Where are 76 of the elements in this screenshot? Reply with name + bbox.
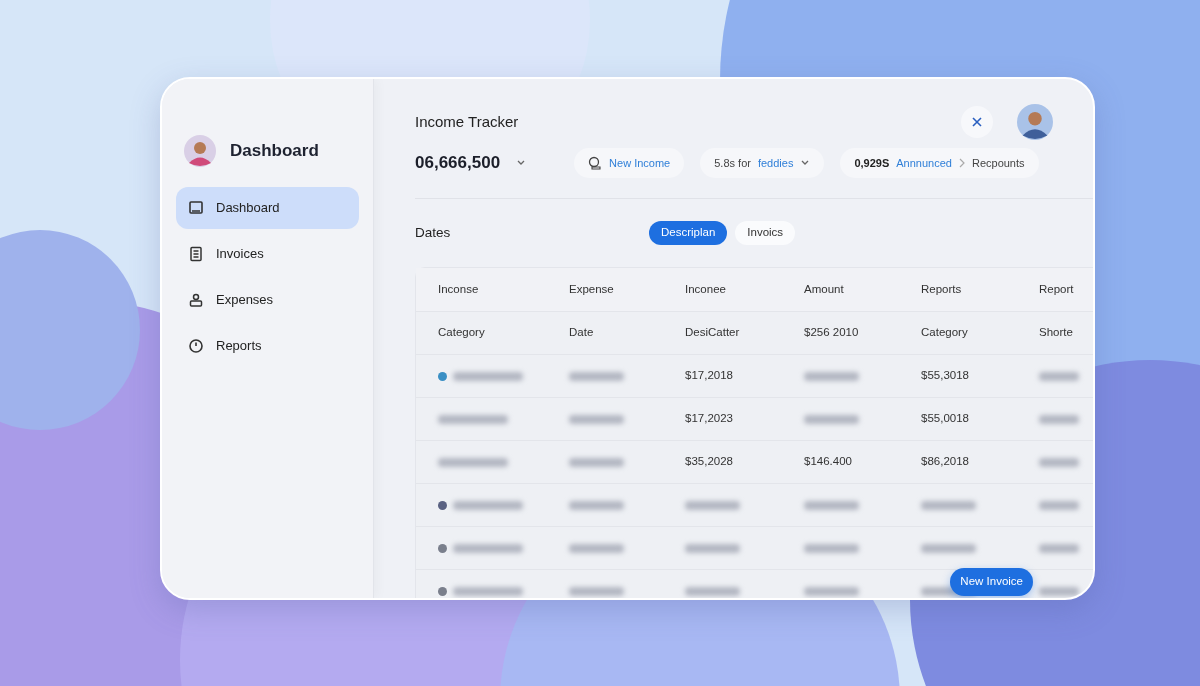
blurred-text <box>438 414 508 424</box>
tab[interactable]: Descriplan <box>649 221 728 245</box>
amount-value: 06,666,500 <box>415 152 501 175</box>
blurred-text <box>569 500 624 510</box>
blurred-text <box>1039 414 1079 424</box>
column-header: Report <box>1039 281 1075 297</box>
coin-icon <box>588 156 603 170</box>
blurred-text <box>804 414 859 424</box>
close-icon <box>971 116 983 128</box>
blurred-text <box>569 543 624 553</box>
document-icon <box>188 246 204 262</box>
sidebar-item[interactable]: Dashboard <box>176 187 359 229</box>
brand-title: Dashboard <box>230 140 319 163</box>
close-button[interactable] <box>961 106 993 138</box>
blurred-text <box>921 500 976 510</box>
table-cell-text: $17,2018 <box>685 368 733 384</box>
column-header: Amount <box>804 281 845 297</box>
chevron-down-icon <box>516 159 527 167</box>
table-cell-text: Category <box>438 325 485 341</box>
filter-link[interactable]: feddies <box>757 154 794 172</box>
blurred-text <box>1039 586 1079 596</box>
summary-label: Recpounts <box>971 155 1025 171</box>
blurred-text <box>569 586 624 596</box>
section-title: Dates <box>415 223 452 242</box>
monitor-icon <box>188 200 204 216</box>
table-cell-text: DesiCatter <box>685 325 740 341</box>
column-header: Reports <box>921 281 963 297</box>
summary-value: 0,929S <box>854 155 890 171</box>
avatar-icon <box>1017 104 1053 140</box>
blurred-text <box>685 543 740 553</box>
column-header: Inconse <box>437 281 480 297</box>
table-cell-text: $256 2010 <box>804 325 859 341</box>
blurred-text <box>1039 457 1079 467</box>
table-cell-text: Category <box>921 325 968 341</box>
blurred-text <box>804 371 859 381</box>
column-header: Expense <box>569 281 615 297</box>
avatar-icon <box>184 135 216 167</box>
table-cell-text: Date <box>569 325 594 341</box>
table-cell-text: $86,2018 <box>921 454 969 470</box>
blurred-text <box>921 543 976 553</box>
sidebar-item[interactable]: Expenses <box>176 279 359 321</box>
chevron-right-icon <box>958 158 965 168</box>
blurred-text <box>453 500 523 510</box>
blurred-text <box>453 371 523 381</box>
blurred-text <box>804 500 859 510</box>
blurred-text <box>685 500 740 510</box>
chevron-down-icon <box>800 159 811 167</box>
blurred-text <box>685 586 740 596</box>
table-cell-text: Shorte <box>1039 325 1073 341</box>
new-invoice-button[interactable]: New Invoice <box>950 568 1033 596</box>
new-income-button[interactable]: New Income <box>574 148 685 178</box>
column-header: Inconee <box>685 281 727 297</box>
blurred-text <box>1039 500 1079 510</box>
page-title: Income Tracker <box>415 111 519 132</box>
table-cell-text: $35,2028 <box>685 454 733 470</box>
blurred-text <box>1039 371 1079 381</box>
sidebar-item[interactable]: Invoices <box>176 233 359 275</box>
table-cell-text: $17,2023 <box>685 411 733 427</box>
table-cell-text: $55,0018 <box>921 411 969 427</box>
clock-icon <box>188 338 204 354</box>
blurred-text <box>1039 543 1079 553</box>
filter-label: 5.8s for <box>714 155 751 171</box>
blurred-text <box>804 586 859 596</box>
blurred-text <box>569 371 624 381</box>
table-cell-text: $55,3018 <box>921 368 969 384</box>
blurred-text <box>438 457 508 467</box>
summary-link[interactable]: Annnunced <box>896 154 952 172</box>
table-cell-text: $146.400 <box>804 454 852 470</box>
sidebar-item[interactable]: Reports <box>176 325 359 367</box>
blurred-text <box>453 586 523 596</box>
tab[interactable]: Invoics <box>735 221 796 245</box>
blurred-text <box>804 543 859 553</box>
blurred-text <box>569 414 624 424</box>
person-icon <box>188 292 204 308</box>
blurred-text <box>453 543 523 553</box>
blurred-text <box>569 457 624 467</box>
